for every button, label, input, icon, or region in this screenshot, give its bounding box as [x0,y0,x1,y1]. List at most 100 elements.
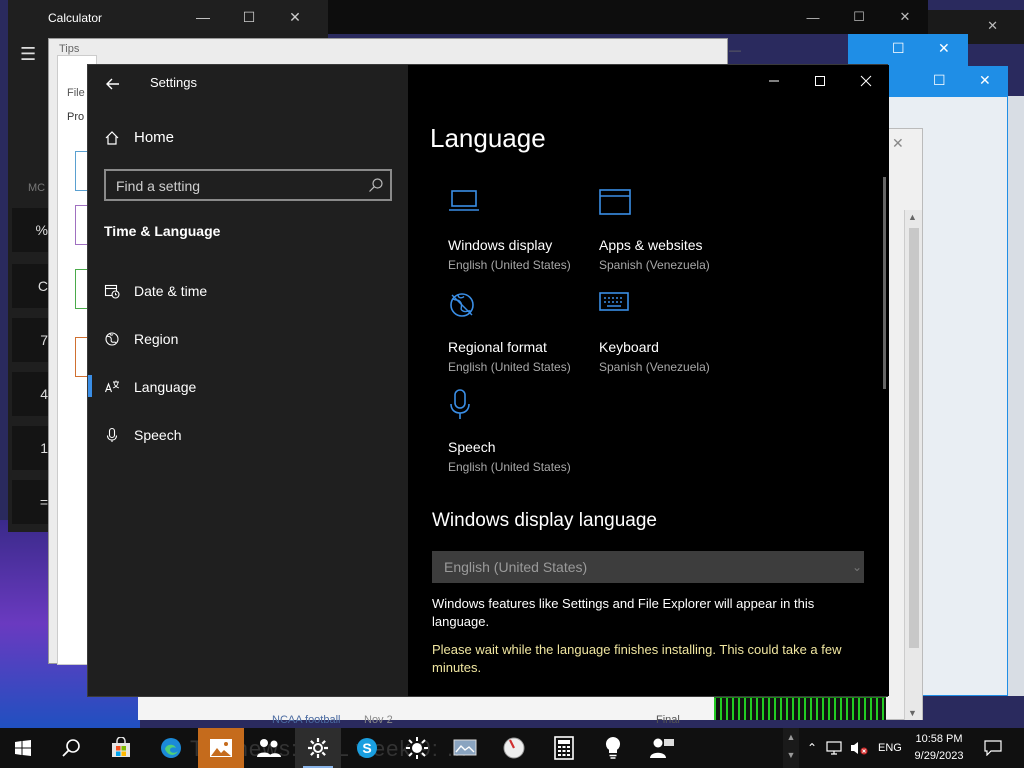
calculator-icon [554,736,574,760]
tile-sub: Spanish (Venezuela) [599,360,710,374]
settings-nav-pane: Settings Home Time & Language Date & tim… [88,65,408,696]
settings-title: Settings [150,75,197,90]
close-icon[interactable]: ✕ [938,40,950,57]
search-box[interactable] [104,169,392,201]
tile-speech[interactable]: Speech English (United States) [448,389,598,481]
people-icon [257,739,281,757]
memory-clear-button[interactable]: MC [28,182,45,194]
back-arrow-icon[interactable] [102,73,124,95]
installing-warning: Please wait while the language finishes … [432,642,842,675]
scrollbar[interactable]: ▲ ▼ [904,210,922,720]
close-icon[interactable]: ✕ [892,135,904,152]
maximize-icon[interactable]: ☐ [226,4,272,30]
taskbar-app[interactable] [442,728,488,768]
clock-time: 10:58 PM [915,733,963,745]
volume-muted-icon[interactable] [850,740,868,756]
calc-key-clear[interactable]: C [12,264,52,308]
taskbar-edge[interactable] [148,728,194,768]
minimize-icon[interactable]: — [729,43,741,57]
search-button[interactable] [48,728,94,768]
calc-key-4[interactable]: 4 [12,372,52,416]
nav-item-language[interactable]: Language [104,375,196,399]
search-icon[interactable] [368,177,384,193]
close-icon[interactable] [843,65,889,97]
windows-logo-icon [15,740,31,756]
taskbar-skype[interactable]: S [344,728,390,768]
tile-label: Windows display [448,237,553,253]
input-language-indicator[interactable]: ENG [878,742,902,754]
scrollbar[interactable] [883,177,886,389]
tile-windows-display[interactable]: Windows display English (United States) [448,189,598,281]
maximize-icon[interactable] [797,65,843,97]
tile-apps-websites[interactable]: Apps & websites Spanish (Venezuela) [599,189,749,281]
network-icon[interactable] [826,740,844,756]
calc-key-percent[interactable]: % [12,208,52,252]
file-menu[interactable]: File [67,87,85,99]
taskbar-app[interactable] [491,728,537,768]
taskbar-tips[interactable] [590,728,636,768]
scrollbar-thumb[interactable] [909,228,919,648]
taskbar-weather[interactable] [394,728,440,768]
maximize-icon[interactable]: ☐ [892,40,905,57]
tips-tab-label[interactable]: Pro [67,111,84,123]
calc-key-7[interactable]: 7 [12,318,52,362]
action-center-button[interactable] [970,728,1016,768]
globe-icon [450,293,474,317]
nav-home[interactable]: Home [104,129,174,146]
close-icon[interactable]: ✕ [987,18,998,34]
taskbar-scroll[interactable]: ▲ ▼ [783,728,799,768]
display-language-heading: Windows display language [432,510,657,531]
taskbar: Top news: NFL week 9: … S ▲▼ ⌃ ENG [0,728,1024,768]
minimize-icon[interactable] [751,65,797,97]
news-status: Final [656,714,680,726]
maximize-icon[interactable]: ☐ [836,4,882,30]
scroll-up-icon[interactable]: ▲ [908,212,917,222]
store-icon [112,737,130,757]
tile-keyboard[interactable]: Keyboard Spanish (Venezuela) [599,291,749,383]
close-icon[interactable]: ✕ [979,72,991,89]
news-item[interactable]: NCAA football [272,714,340,726]
nav-item-speech[interactable]: Speech [104,423,181,447]
keyboard-icon [599,292,629,311]
close-icon[interactable]: ✕ [882,4,928,30]
minimize-icon[interactable]: — [790,4,836,30]
start-button[interactable] [0,728,46,768]
taskbar-photos[interactable] [198,728,244,768]
background-window [1008,96,1024,696]
display-language-dropdown[interactable]: English (United States) ⌄ [432,551,864,583]
chevron-down-icon: ⌄ [851,560,862,574]
scroll-down-icon[interactable]: ▼ [908,708,917,718]
nav-item-date-time[interactable]: Date & time [104,279,207,303]
sun-icon [406,737,428,759]
users-icon [650,738,674,758]
language-icon [104,380,120,393]
taskbar-store[interactable] [98,728,144,768]
calc-key-equals[interactable]: = [12,480,52,524]
chevron-up-icon[interactable]: ⌃ [804,741,820,755]
svg-text:S: S [362,740,371,756]
taskbar-people[interactable] [246,728,292,768]
search-input[interactable] [116,177,356,195]
taskbar-calculator[interactable] [541,728,587,768]
maximize-icon[interactable]: ☐ [933,72,946,89]
calculator-title: Calculator [48,11,103,25]
calc-key-1[interactable]: 1 [12,426,52,470]
news-strip: NCAA football Nov 2 Final [138,696,714,726]
nav-home-label: Home [134,129,175,146]
clock[interactable]: 10:58 PM 9/29/2023 [906,731,972,765]
clock-date: 9/29/2023 [914,750,964,762]
background-window-titlebar: — ☐ ✕ [328,0,928,34]
tile-sub: Spanish (Venezuela) [599,258,710,272]
hamburger-menu-icon[interactable]: ☰ [20,44,36,65]
active-indicator [88,375,92,397]
taskbar-app[interactable] [639,728,685,768]
close-icon[interactable]: ✕ [272,4,318,30]
taskbar-settings[interactable] [295,728,341,768]
tile-regional-format[interactable]: Regional format English (United States) [448,291,598,383]
minimize-icon[interactable]: — [180,4,226,30]
settings-window[interactable]: Settings Home Time & Language Date & tim… [87,64,889,697]
dropdown-value: English (United States) [444,559,588,575]
nav-item-region[interactable]: Region [104,327,178,351]
tile-sub: English (United States) [448,360,571,374]
nav-item-label: Region [134,331,179,347]
